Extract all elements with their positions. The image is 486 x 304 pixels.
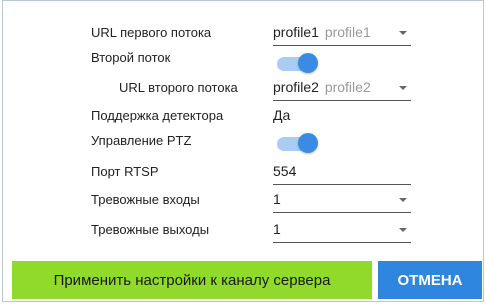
second-stream-row: Второй поток: [3, 47, 483, 73]
alarm-inputs-label: Тревожные входы: [91, 192, 200, 207]
second-stream-url-value: profile2 profile2: [273, 79, 371, 95]
first-stream-url-secondary-value: profile1: [324, 24, 371, 40]
chevron-down-icon: [399, 228, 407, 232]
detector-support-label: Поддержка детектора: [91, 108, 224, 123]
alarm-inputs-value: 1: [273, 191, 281, 207]
alarm-outputs-label: Тревожные выходы: [91, 222, 210, 237]
ptz-control-label: Управление PTZ: [91, 133, 192, 148]
cancel-button[interactable]: ОТМЕНА: [378, 261, 482, 299]
chevron-down-icon: [399, 31, 407, 35]
second-stream-url-main-value: profile2: [273, 79, 319, 95]
rtsp-port-row: Порт RTSP 554: [3, 161, 483, 185]
alarm-inputs-row: Тревожные входы 1: [3, 189, 483, 213]
chevron-down-icon: [399, 86, 407, 90]
rtsp-port-label: Порт RTSP: [91, 164, 159, 179]
second-stream-url-label: URL второго потока: [119, 80, 238, 95]
ptz-control-row: Управление PTZ: [3, 130, 483, 155]
first-stream-url-value: profile1 profile1: [273, 24, 371, 40]
first-stream-url-label: URL первого потока: [91, 25, 212, 40]
first-stream-url-main-value: profile1: [273, 24, 319, 40]
second-stream-toggle-knob: [298, 53, 318, 73]
alarm-outputs-row: Тревожные выходы 1: [3, 219, 483, 243]
chevron-down-icon: [399, 198, 407, 202]
settings-panel: URL первого потока profile1 profile1 Вто…: [2, 0, 484, 302]
second-stream-url-underline: [273, 100, 411, 101]
detector-support-row: Поддержка детектора Да: [3, 105, 483, 127]
apply-settings-button[interactable]: Применить настройки к каналу сервера: [12, 261, 372, 299]
second-stream-url-row: URL второго потока profile2 profile2: [3, 77, 483, 101]
ptz-control-toggle-knob: [298, 133, 318, 153]
detector-support-value: Да: [273, 107, 291, 123]
second-stream-toggle[interactable]: [273, 53, 323, 75]
alarm-outputs-underline: [273, 242, 411, 243]
first-stream-url-underline: [273, 45, 411, 46]
rtsp-port-value: 554: [273, 163, 297, 179]
alarm-outputs-value: 1: [273, 221, 281, 237]
second-stream-label: Второй поток: [91, 50, 171, 65]
ptz-control-toggle[interactable]: [273, 133, 323, 155]
first-stream-url-row: URL первого потока profile1 profile1: [3, 22, 483, 46]
alarm-inputs-underline: [273, 212, 411, 213]
second-stream-url-secondary-value: profile2: [324, 79, 371, 95]
rtsp-port-underline: [273, 184, 411, 185]
